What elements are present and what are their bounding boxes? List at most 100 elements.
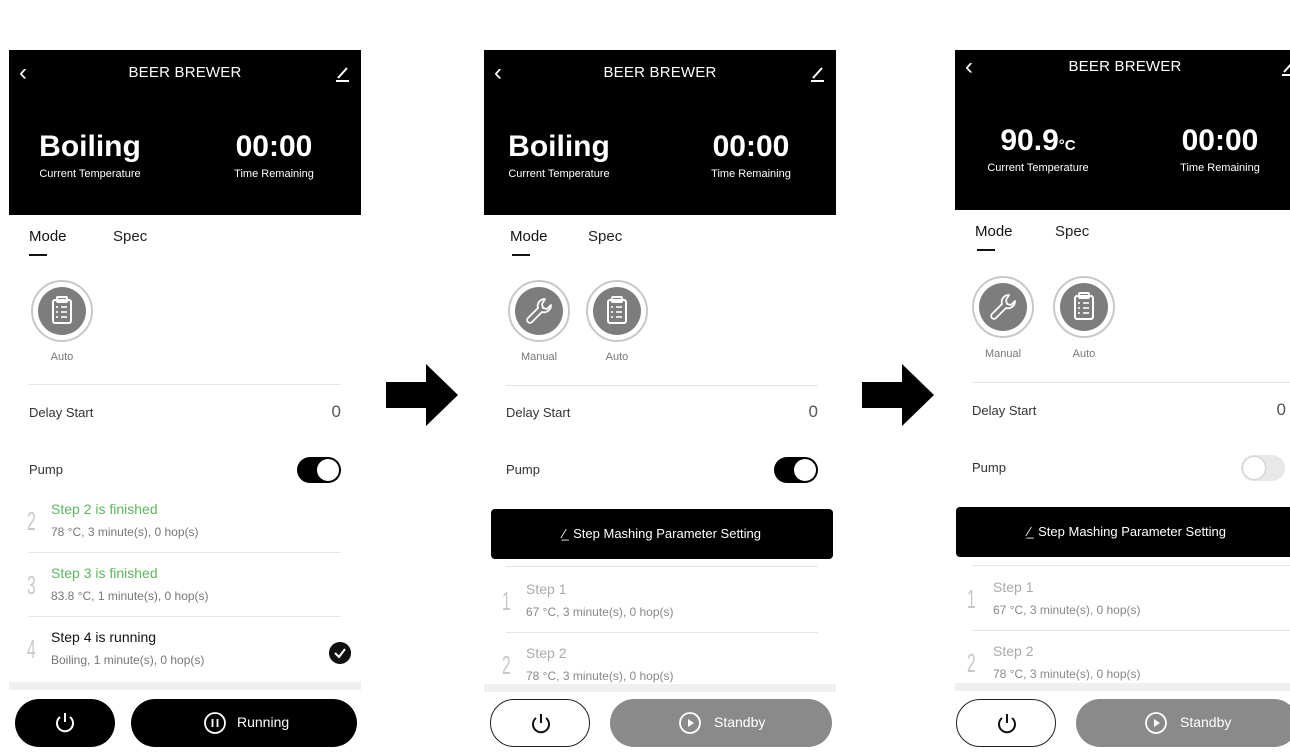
step-row: 4 Step 4 is running Boiling, 1 minute(s)…	[9, 618, 361, 682]
screen-running: ‹ BEER BREWER Boiling Current Temperatur…	[9, 0, 361, 756]
step-title: Step 3 is finished	[51, 565, 158, 581]
pump-toggle[interactable]	[1241, 455, 1285, 481]
auto-mode-button[interactable]	[586, 280, 648, 342]
standby-button[interactable]: Standby	[610, 699, 832, 747]
step-row: 2 Step 2 is finished 78 °C, 3 minute(s),…	[27, 501, 199, 539]
step-title: Step 2	[993, 643, 1034, 659]
step-detail: 78 °C, 3 minute(s), 0 hop(s)	[993, 667, 1141, 681]
power-button[interactable]	[956, 699, 1056, 747]
delay-start-label: Delay Start	[506, 405, 571, 420]
right-arrow-icon	[862, 364, 934, 426]
screen-standby: ‹ BEER BREWER Boiling Current Temperatur…	[484, 0, 836, 756]
tab-spec[interactable]: Spec	[588, 228, 622, 245]
pump-label: Pump	[972, 460, 1006, 475]
pump-label: Pump	[29, 462, 63, 477]
auto-mode-label: Auto	[50, 351, 74, 363]
step-detail: 83.8 °C, 1 minute(s), 0 hop(s)	[51, 589, 209, 603]
clipboard-icon	[52, 296, 72, 324]
step-row: 1 Step 1 67 °C, 3 minute(s), 0 hop(s)	[502, 581, 674, 619]
power-icon	[532, 714, 550, 734]
divider	[972, 565, 1290, 566]
standby-label: Standby	[1180, 714, 1232, 730]
list-bottom-shade	[9, 682, 361, 690]
screen-standby-temperature: ‹ BEER BREWER 90.9°C Current Temperature…	[955, 0, 1290, 756]
time-remaining-label: Time Remaining	[711, 168, 791, 180]
manual-mode-button[interactable]	[508, 280, 570, 342]
standby-label: Standby	[714, 714, 766, 730]
step-detail: 67 °C, 3 minute(s), 0 hop(s)	[993, 603, 1141, 617]
auto-mode-label: Auto	[605, 351, 629, 363]
manual-mode-label: Manual	[984, 348, 1022, 360]
tab-underline	[512, 254, 530, 256]
tab-spec[interactable]: Spec	[1055, 223, 1089, 240]
tab-mode[interactable]: Mode	[29, 228, 67, 245]
edit-icon[interactable]	[1279, 58, 1290, 78]
power-icon	[56, 713, 74, 733]
step-title: Step 1	[526, 581, 567, 597]
time-remaining-label: Time Remaining	[1180, 162, 1260, 174]
temperature-unit: °C	[1058, 137, 1076, 154]
step-detail: 67 °C, 3 minute(s), 0 hop(s)	[526, 605, 674, 619]
auto-mode-button[interactable]	[1053, 276, 1115, 338]
pencil-icon: ∕̲	[562, 526, 566, 541]
divider	[972, 382, 1290, 383]
divider	[29, 552, 341, 553]
check-icon	[329, 642, 351, 664]
power-button[interactable]	[15, 699, 115, 747]
divider	[29, 384, 341, 385]
tab-mode[interactable]: Mode	[510, 228, 548, 245]
edit-icon[interactable]	[808, 64, 828, 84]
current-temperature-label: Current Temperature	[987, 162, 1089, 174]
app-title: BEER BREWER	[603, 64, 717, 81]
manual-mode-button[interactable]	[972, 276, 1034, 338]
step-mashing-button[interactable]: ∕̲ Step Mashing Parameter Setting	[956, 507, 1290, 557]
divider	[29, 616, 341, 617]
divider	[506, 385, 818, 386]
step-detail: 78 °C, 3 minute(s), 0 hop(s)	[526, 669, 674, 683]
running-button[interactable]: Running	[131, 699, 357, 747]
power-button[interactable]	[490, 699, 590, 747]
list-bottom-shade	[955, 683, 1290, 691]
pump-toggle[interactable]	[774, 457, 818, 483]
step-detail: Boiling, 1 minute(s), 0 hop(s)	[51, 653, 205, 667]
auto-mode-button[interactable]	[31, 280, 93, 342]
header: ‹ BEER BREWER Boiling Current Temperatur…	[484, 50, 836, 215]
wrench-icon	[526, 298, 552, 324]
standby-button[interactable]: Standby	[1076, 699, 1290, 747]
tab-underline	[977, 249, 995, 251]
delay-start-value[interactable]: 0	[332, 402, 341, 422]
header: ‹ BEER BREWER 90.9°C Current Temperature…	[955, 50, 1290, 210]
tab-mode[interactable]: Mode	[975, 223, 1013, 240]
delay-start-label: Delay Start	[29, 405, 94, 420]
step-title: Step 2	[526, 645, 567, 661]
step-detail: 78 °C, 3 minute(s), 0 hop(s)	[51, 525, 199, 539]
divider	[506, 632, 818, 633]
pencil-icon: ∕̲	[1027, 524, 1031, 539]
header: ‹ BEER BREWER Boiling Current Temperatur…	[9, 50, 361, 215]
edit-icon[interactable]	[333, 64, 353, 84]
play-icon	[679, 712, 701, 734]
delay-start-value[interactable]: 0	[809, 402, 818, 422]
app-title: BEER BREWER	[1068, 58, 1182, 75]
pump-label: Pump	[506, 462, 540, 477]
manual-mode-label: Manual	[520, 351, 558, 363]
step-title: Step 4 is running	[51, 629, 157, 645]
list-bottom-shade	[484, 684, 836, 692]
auto-mode-label: Auto	[1072, 348, 1096, 360]
tab-spec[interactable]: Spec	[113, 228, 147, 245]
clipboard-icon	[1074, 292, 1094, 320]
delay-start-value[interactable]: 0	[1277, 400, 1286, 420]
time-remaining-value: 00:00	[1181, 124, 1259, 157]
play-icon	[1145, 712, 1167, 734]
current-temperature-label: Current Temperature	[39, 168, 141, 180]
step-mashing-button[interactable]: ∕̲ Step Mashing Parameter Setting	[491, 509, 833, 559]
app-title: BEER BREWER	[128, 64, 242, 81]
pause-icon	[204, 712, 226, 734]
time-remaining-value: 00:00	[235, 130, 313, 163]
step-title: Step 1	[993, 579, 1034, 595]
current-temperature-value: Boiling	[39, 130, 141, 163]
step-title: Step 2 is finished	[51, 501, 158, 517]
divider	[972, 630, 1290, 631]
current-temperature-value: Boiling	[508, 130, 610, 163]
pump-toggle[interactable]	[297, 457, 341, 483]
